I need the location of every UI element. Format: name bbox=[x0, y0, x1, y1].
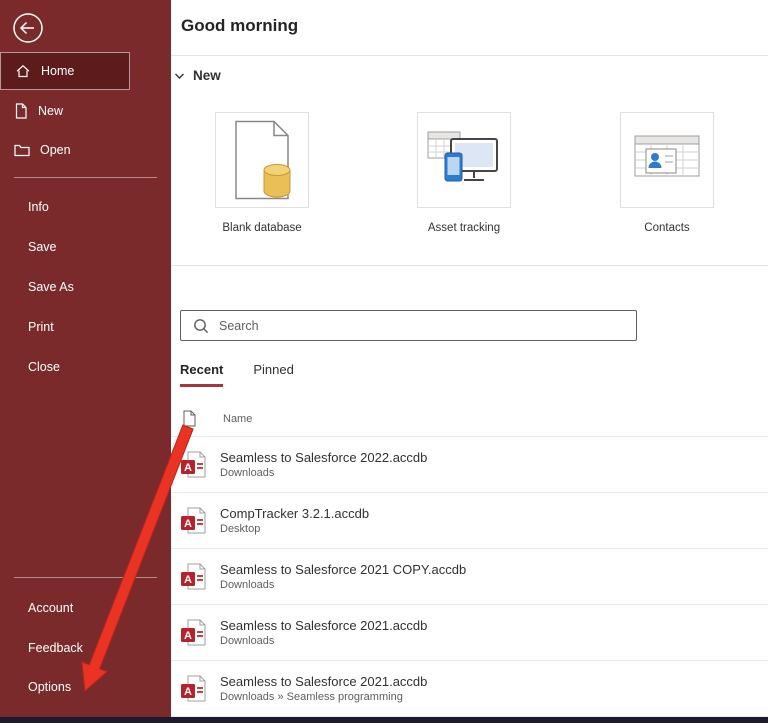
sidebar-item-save[interactable]: Save bbox=[0, 228, 171, 266]
sidebar-item-label: Save bbox=[28, 240, 57, 254]
sidebar-item-save-as[interactable]: Save As bbox=[0, 268, 171, 306]
backstage-main: Good morning New Blank database bbox=[171, 0, 768, 723]
svg-text:A: A bbox=[184, 518, 192, 530]
asset-tracking-icon bbox=[427, 131, 501, 189]
section-divider bbox=[171, 265, 768, 266]
file-title: Seamless to Salesforce 2022.accdb bbox=[220, 450, 427, 465]
file-location: Downloads bbox=[220, 635, 427, 647]
svg-text:A: A bbox=[184, 462, 192, 474]
file-meta: Seamless to Salesforce 2021 COPY.accdb D… bbox=[220, 562, 466, 591]
sidebar-item-options[interactable]: Options bbox=[0, 668, 171, 706]
access-file-icon: A bbox=[180, 675, 208, 703]
back-button[interactable] bbox=[10, 10, 46, 46]
file-row[interactable]: A Seamless to Salesforce 2022.accdb Down… bbox=[171, 437, 768, 493]
sidebar-item-label: Feedback bbox=[28, 641, 83, 655]
file-location: Downloads bbox=[220, 467, 427, 479]
sidebar-item-open[interactable]: Open bbox=[0, 131, 171, 169]
sidebar-item-print[interactable]: Print bbox=[0, 308, 171, 346]
file-title: Seamless to Salesforce 2021.accdb bbox=[220, 618, 427, 633]
template-thumbnail bbox=[417, 112, 511, 208]
window-bottom-edge bbox=[0, 717, 768, 723]
document-icon bbox=[182, 410, 196, 427]
new-document-icon bbox=[14, 103, 28, 119]
sidebar-item-label: Options bbox=[28, 680, 71, 694]
sidebar-item-new[interactable]: New bbox=[0, 92, 171, 130]
search-input[interactable] bbox=[219, 319, 624, 333]
file-meta: Seamless to Salesforce 2021.accdb Downlo… bbox=[220, 618, 427, 647]
access-file-icon: A bbox=[180, 451, 208, 479]
template-card-blank-database[interactable]: Blank database bbox=[192, 112, 332, 234]
file-title: Seamless to Salesforce 2021 COPY.accdb bbox=[220, 562, 466, 577]
file-row[interactable]: A Seamless to Salesforce 2021.accdb Down… bbox=[171, 661, 768, 717]
header-divider bbox=[171, 55, 768, 56]
template-label: Asset tracking bbox=[428, 222, 500, 234]
sidebar-item-close[interactable]: Close bbox=[0, 348, 171, 386]
home-icon bbox=[15, 63, 31, 79]
name-column-header: Name bbox=[223, 413, 252, 425]
svg-text:A: A bbox=[184, 630, 192, 642]
sidebar-item-label: Close bbox=[28, 360, 60, 374]
sidebar-item-label: Print bbox=[28, 320, 54, 334]
file-location: Downloads bbox=[220, 579, 466, 591]
sidebar-item-account[interactable]: Account bbox=[0, 589, 171, 627]
sidebar-item-label: New bbox=[38, 104, 63, 118]
sidebar-item-info[interactable]: Info bbox=[0, 188, 171, 226]
tab-pinned[interactable]: Pinned bbox=[253, 362, 293, 387]
search-box[interactable] bbox=[180, 310, 637, 341]
file-tabs: Recent Pinned bbox=[180, 362, 294, 387]
chevron-down-icon bbox=[174, 72, 185, 80]
template-label: Blank database bbox=[222, 222, 301, 234]
file-location: Downloads » Seamless programming bbox=[220, 691, 427, 703]
file-row[interactable]: A Seamless to Salesforce 2021 COPY.accdb… bbox=[171, 549, 768, 605]
list-header: Name bbox=[182, 410, 252, 427]
file-meta: CompTracker 3.2.1.accdb Desktop bbox=[220, 506, 369, 535]
back-icon bbox=[10, 10, 46, 46]
access-file-icon: A bbox=[180, 619, 208, 647]
sidebar-item-home[interactable]: Home bbox=[0, 52, 130, 90]
sidebar-item-feedback[interactable]: Feedback bbox=[0, 629, 171, 667]
recent-file-list: A Seamless to Salesforce 2022.accdb Down… bbox=[171, 437, 768, 717]
sidebar-item-label: Open bbox=[40, 143, 71, 157]
sidebar-item-label: Info bbox=[28, 200, 49, 214]
template-label: Contacts bbox=[644, 222, 689, 234]
page-title: Good morning bbox=[181, 16, 298, 36]
file-meta: Seamless to Salesforce 2022.accdb Downlo… bbox=[220, 450, 427, 479]
template-card-contacts[interactable]: Contacts bbox=[597, 112, 737, 234]
new-section-header[interactable]: New bbox=[174, 68, 221, 83]
open-folder-icon bbox=[14, 143, 30, 157]
sidebar-item-label: Home bbox=[41, 64, 74, 78]
access-file-icon: A bbox=[180, 563, 208, 591]
template-thumbnail bbox=[215, 112, 309, 208]
blank-database-icon bbox=[231, 120, 293, 200]
file-title: Seamless to Salesforce 2021.accdb bbox=[220, 674, 427, 689]
backstage-sidebar: Home New Open Info Save Save As Print Cl… bbox=[0, 0, 171, 723]
file-location: Desktop bbox=[220, 523, 369, 535]
tab-recent[interactable]: Recent bbox=[180, 362, 223, 387]
sidebar-separator bbox=[14, 577, 157, 578]
contacts-icon bbox=[634, 135, 700, 185]
sidebar-item-label: Save As bbox=[28, 280, 74, 294]
file-row[interactable]: A Seamless to Salesforce 2021.accdb Down… bbox=[171, 605, 768, 661]
file-meta: Seamless to Salesforce 2021.accdb Downlo… bbox=[220, 674, 427, 703]
svg-text:A: A bbox=[184, 574, 192, 586]
svg-text:A: A bbox=[184, 686, 192, 698]
sidebar-separator bbox=[14, 177, 157, 178]
file-row[interactable]: A CompTracker 3.2.1.accdb Desktop bbox=[171, 493, 768, 549]
template-card-asset-tracking[interactable]: Asset tracking bbox=[394, 112, 534, 234]
file-title: CompTracker 3.2.1.accdb bbox=[220, 506, 369, 521]
template-thumbnail bbox=[620, 112, 714, 208]
access-file-icon: A bbox=[180, 507, 208, 535]
sidebar-item-label: Account bbox=[28, 601, 73, 615]
search-icon bbox=[193, 318, 209, 334]
new-section-label: New bbox=[193, 68, 221, 83]
